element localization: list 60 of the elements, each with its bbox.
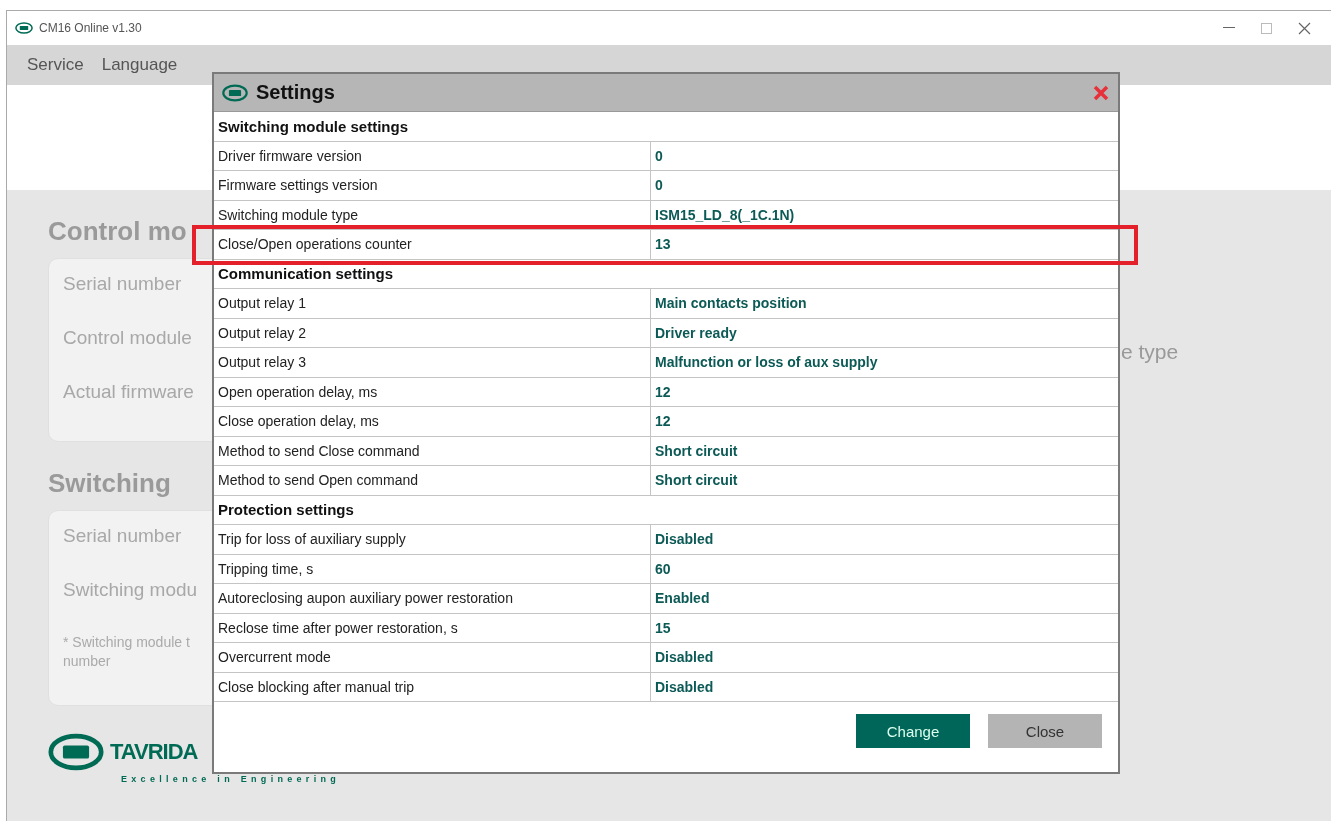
minimize-icon[interactable] <box>1223 27 1235 29</box>
setting-value: 60 <box>655 560 671 577</box>
setting-value: Disabled <box>655 678 714 695</box>
field-label: Actual firmware <box>63 381 194 402</box>
section-header: Protection settings <box>218 501 354 519</box>
setting-label: Reclose time after power restoration, s <box>218 619 458 636</box>
close-icon[interactable] <box>1298 21 1311 35</box>
section-heading: Switching <box>48 468 171 499</box>
setting-label: Close operation delay, ms <box>218 413 379 430</box>
setting-value: 15 <box>655 619 671 636</box>
setting-label: Output relay 3 <box>218 354 306 371</box>
setting-value: Short circuit <box>655 442 738 459</box>
setting-label: Tripping time, s <box>218 560 314 577</box>
footnote: * Switching module t number <box>63 633 190 671</box>
setting-value: 13 <box>655 236 671 253</box>
menu-item[interactable]: Language <box>101 55 178 75</box>
setting-label: Method to send Open command <box>218 472 418 489</box>
section-header: Switching module settings <box>218 117 408 135</box>
setting-label: Firmware settings version <box>218 177 378 194</box>
field-label: Switching modu <box>63 579 198 600</box>
section-heading: Control mo <box>48 216 187 247</box>
dialog-button[interactable]: Close <box>988 714 1102 748</box>
company-name: TAVRIDA <box>110 739 198 765</box>
setting-label: Close/Open operations counter <box>218 236 412 253</box>
setting-value: 0 <box>655 147 663 164</box>
setting-value: 12 <box>655 383 671 400</box>
setting-value: ISM15_LD_8(_1C.1N) <box>655 206 795 223</box>
setting-label: Method to send Close command <box>218 442 420 459</box>
setting-label: Trip for loss of auxiliary supply <box>218 531 406 548</box>
close-icon <box>1093 84 1109 101</box>
dialog-title: Settings <box>256 81 336 104</box>
setting-value: Enabled <box>655 590 710 607</box>
dialog-button[interactable]: Change <box>856 714 970 748</box>
setting-value: Malfunction or loss of aux supply <box>655 354 878 371</box>
app-logo-icon <box>15 22 33 34</box>
setting-label: Autoreclosing aupon auxiliary power restoration <box>218 590 513 607</box>
setting-label: Overcurrent mode <box>218 649 331 666</box>
company-slogan: Excellence in Engineering <box>121 774 341 784</box>
setting-label: Switching module type <box>218 206 359 223</box>
window-title: CM16 Online v1.30 <box>39 21 143 35</box>
field-label: Serial number <box>63 525 182 546</box>
field-label: e type <box>1121 340 1179 364</box>
setting-value: 12 <box>655 413 671 430</box>
setting-label: Driver firmware version <box>218 147 362 164</box>
setting-label: Close blocking after manual trip <box>218 678 415 695</box>
company-logo-icon <box>48 732 104 772</box>
setting-value: Main contacts position <box>655 295 807 312</box>
section-header: Communication settings <box>218 265 393 283</box>
dialog-logo-icon <box>222 83 248 102</box>
setting-label: Output relay 2 <box>218 324 306 341</box>
field-label: Serial number <box>63 273 182 294</box>
setting-value: Driver ready <box>655 324 737 341</box>
setting-label: Open operation delay, ms <box>218 383 378 400</box>
setting-label: Output relay 1 <box>218 295 306 312</box>
setting-value: Disabled <box>655 531 714 548</box>
setting-value: Disabled <box>655 649 714 666</box>
setting-value: 0 <box>655 177 663 194</box>
field-label: Control module <box>63 327 192 348</box>
menu-item[interactable]: Service <box>27 55 84 75</box>
setting-value: Short circuit <box>655 472 738 489</box>
